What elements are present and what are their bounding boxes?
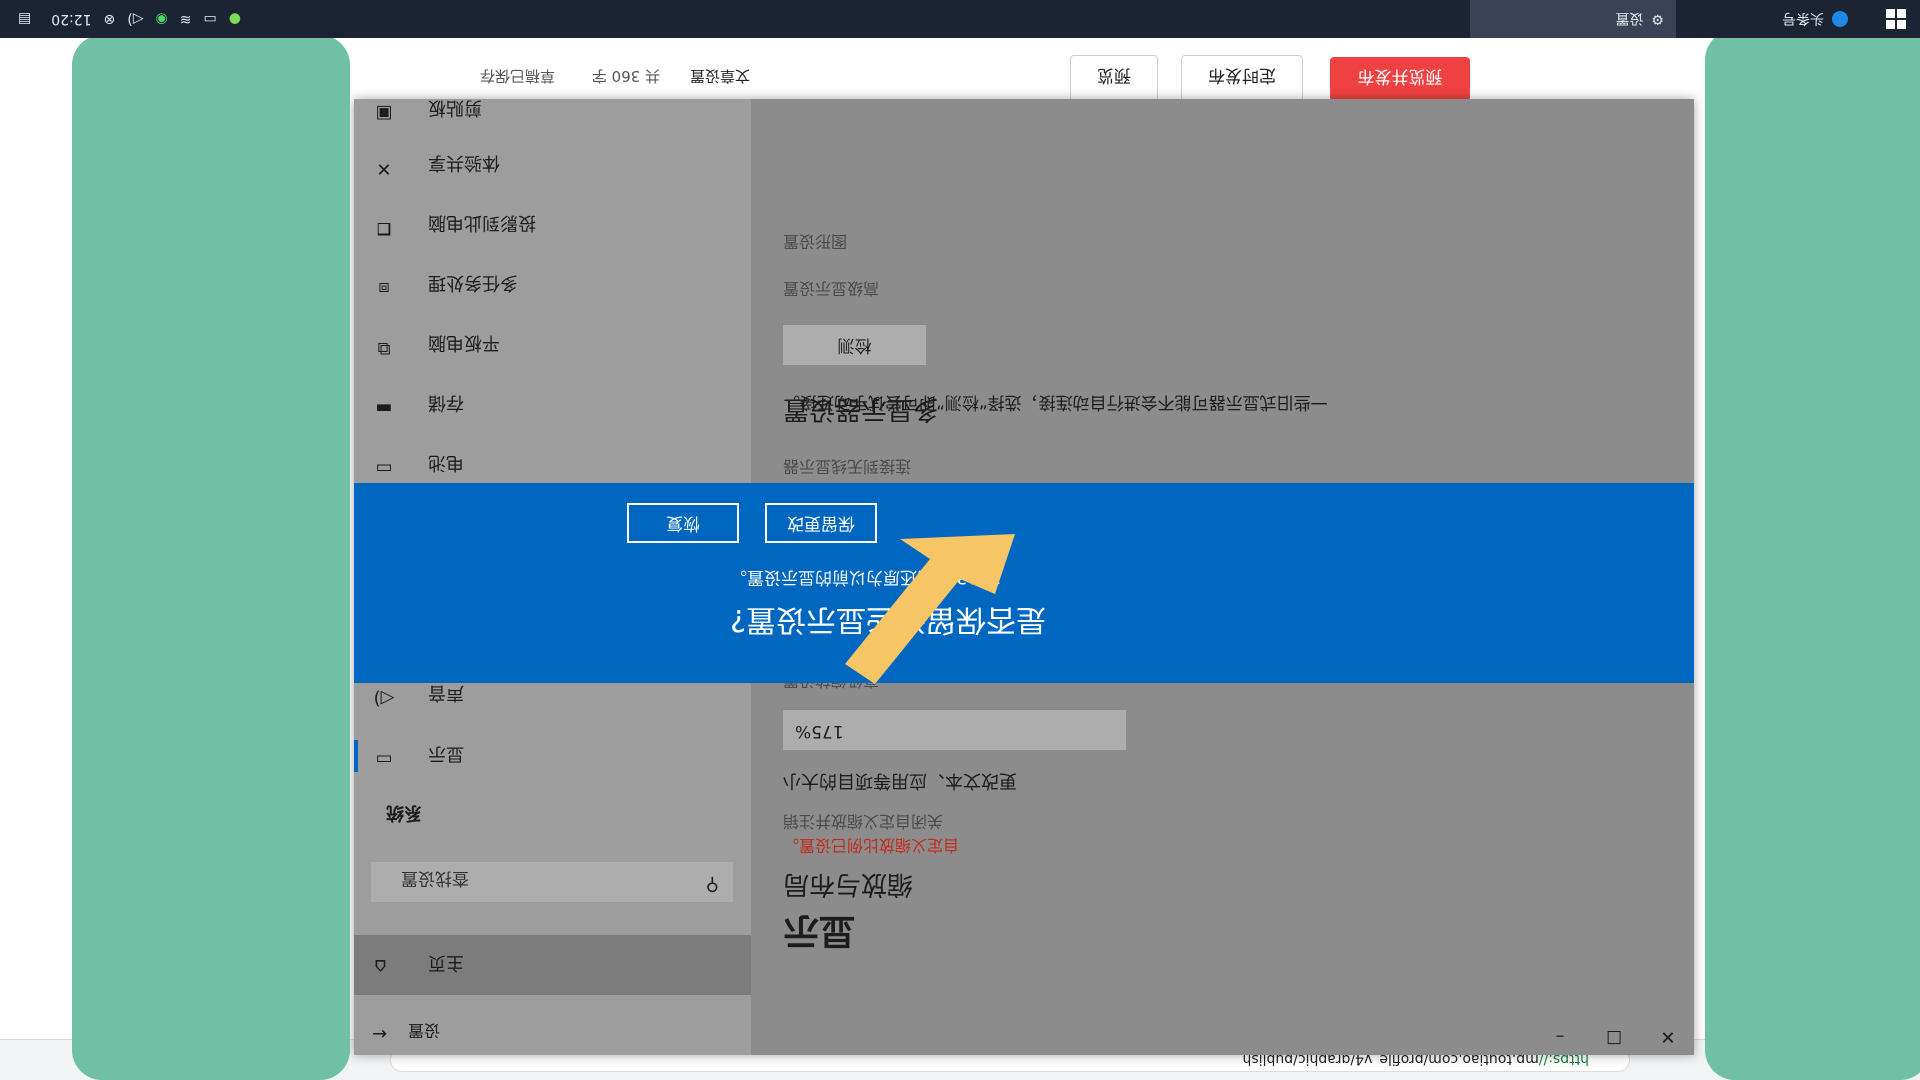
battery-icon: ▭: [375, 458, 393, 479]
wechat-icon[interactable]: ◉: [156, 11, 168, 27]
nav-item-label: 剪贴板: [428, 97, 482, 118]
nav-item-project[interactable]: ⧠ 投影到此电脑: [354, 205, 751, 245]
home-icon: ⌂: [374, 955, 387, 979]
schedule-button[interactable]: 定时发布: [1181, 55, 1303, 101]
nav-item-tablet[interactable]: ⧉ 平板电脑: [354, 325, 751, 365]
system-tray: ● ▭ ≋ ◉ ◁) ⊗ 12:20 ▤: [18, 0, 241, 38]
nav-item-battery[interactable]: ▭ 电池: [354, 445, 751, 485]
scale-value: 175%: [795, 721, 844, 741]
maximize-icon[interactable]: ☐: [1594, 1026, 1634, 1047]
nav-item-label: 声音: [428, 682, 464, 703]
preview-button[interactable]: 预览: [1070, 55, 1158, 101]
home-label: 主页: [428, 952, 464, 973]
connect-wireless-link[interactable]: 连接到无线显示器: [783, 456, 1283, 480]
custom-scale-warning: 自定义缩放比例已设置。: [783, 836, 960, 855]
nav-item-storage[interactable]: ▬ 存储: [354, 385, 751, 425]
draft-status-text: 草稿已保存: [479, 67, 555, 85]
speaker-icon: ◁): [373, 688, 395, 709]
nav-item-label: 电池: [428, 452, 464, 473]
keep-display-dialog: 是否保留这些显示设置? 在 13 秒内还原为以前的显示设置。 保留更改 恢复: [354, 483, 1694, 683]
notification-icon[interactable]: ▤: [18, 11, 31, 27]
pointer-arrow-icon: [845, 534, 1015, 684]
storage-icon: ▬: [375, 398, 393, 419]
minimize-icon[interactable]: –: [1540, 1026, 1580, 1047]
battery-tray-icon[interactable]: ▭: [204, 11, 217, 27]
back-arrow-icon[interactable]: ←: [372, 1023, 387, 1044]
wifi-icon[interactable]: ≋: [180, 11, 192, 27]
search-placeholder: 查找设置: [401, 868, 469, 888]
nav-item-label: 平板电脑: [428, 332, 500, 353]
tablet-icon: ⧉: [377, 338, 391, 359]
window-title: 设置: [408, 1021, 441, 1040]
clipboard-icon: ▣: [375, 103, 393, 124]
scale-heading: 缩放与布局: [783, 869, 914, 899]
search-input[interactable]: 查找设置 ⚲: [371, 862, 733, 902]
security-icon[interactable]: ●: [229, 11, 241, 27]
nav-item-label: 存储: [428, 392, 464, 413]
gear-icon: ⚙: [1651, 11, 1664, 27]
nav-item-share[interactable]: ✕ 体验共享: [354, 145, 751, 185]
close-icon[interactable]: ✕: [1648, 1026, 1688, 1047]
right-green-overlay: [72, 35, 350, 1080]
taskbar-app-label: 头条号: [1782, 10, 1824, 26]
taskbar-app-settings[interactable]: ⚙ 设置: [1470, 0, 1676, 38]
nav-item-label: 多任务处理: [428, 272, 518, 293]
project-icon: ⧠: [376, 218, 392, 239]
windows-start-icon[interactable]: [1886, 9, 1906, 29]
nav-item-label: 显示: [428, 743, 464, 764]
search-icon: ⚲: [705, 874, 719, 895]
close-circle-icon[interactable]: ⊗: [104, 11, 116, 27]
page-title: 显示: [783, 910, 856, 951]
taskbar: 头条号 ⚙ 设置 ● ▭ ≋ ◉ ◁) ⊗ 12:20 ▤: [0, 0, 1920, 38]
detect-button[interactable]: 检测: [783, 325, 926, 365]
nav-home[interactable]: ⌂ 主页: [354, 935, 751, 995]
taskbar-app-label: 设置: [1615, 10, 1644, 26]
volume-icon[interactable]: ◁): [127, 11, 143, 27]
nav-item-multitask[interactable]: ⧈ 多任务处理: [354, 265, 751, 305]
graphics-settings-link[interactable]: 图形设置: [783, 231, 1283, 255]
revert-button[interactable]: 恢复: [627, 503, 739, 543]
share-icon: ✕: [376, 158, 392, 179]
toutiao-icon: [1832, 11, 1848, 27]
left-green-overlay: [1705, 30, 1920, 1080]
text-size-label: 更改文本、应用等项目的大小: [783, 770, 1017, 791]
screen: https://mp.toutiao.com/profile_v4/graphi…: [0, 0, 1920, 1080]
detect-hint: 一些旧式显示器可能不会进行自动连接，选择“检测”即可尝试手动连接。: [783, 392, 1328, 412]
custom-scale-link[interactable]: 关闭自定义缩放并注销: [783, 811, 1283, 835]
taskbar-app-toutiao[interactable]: 头条号: [1664, 0, 1860, 38]
scale-select[interactable]: 175%: [783, 710, 1126, 750]
clock[interactable]: 12:20: [51, 11, 91, 27]
monitor-icon: ▭: [375, 749, 393, 770]
nav-item-label: 投影到此电脑: [428, 212, 536, 233]
nav-item-clipboard[interactable]: ▣ 剪贴板: [354, 90, 751, 130]
word-count: 共 360 字: [591, 67, 660, 85]
system-header: 系统: [386, 802, 422, 823]
nav-item-display[interactable]: ▭ 显示: [354, 736, 751, 776]
nav-item-label: 体验共享: [428, 152, 500, 173]
article-settings-link[interactable]: 文章设置: [690, 66, 750, 87]
advanced-display-link[interactable]: 高级显示设置: [783, 278, 1283, 302]
publish-button[interactable]: 预览并发布: [1330, 57, 1470, 101]
multitask-icon: ⧈: [378, 278, 390, 299]
